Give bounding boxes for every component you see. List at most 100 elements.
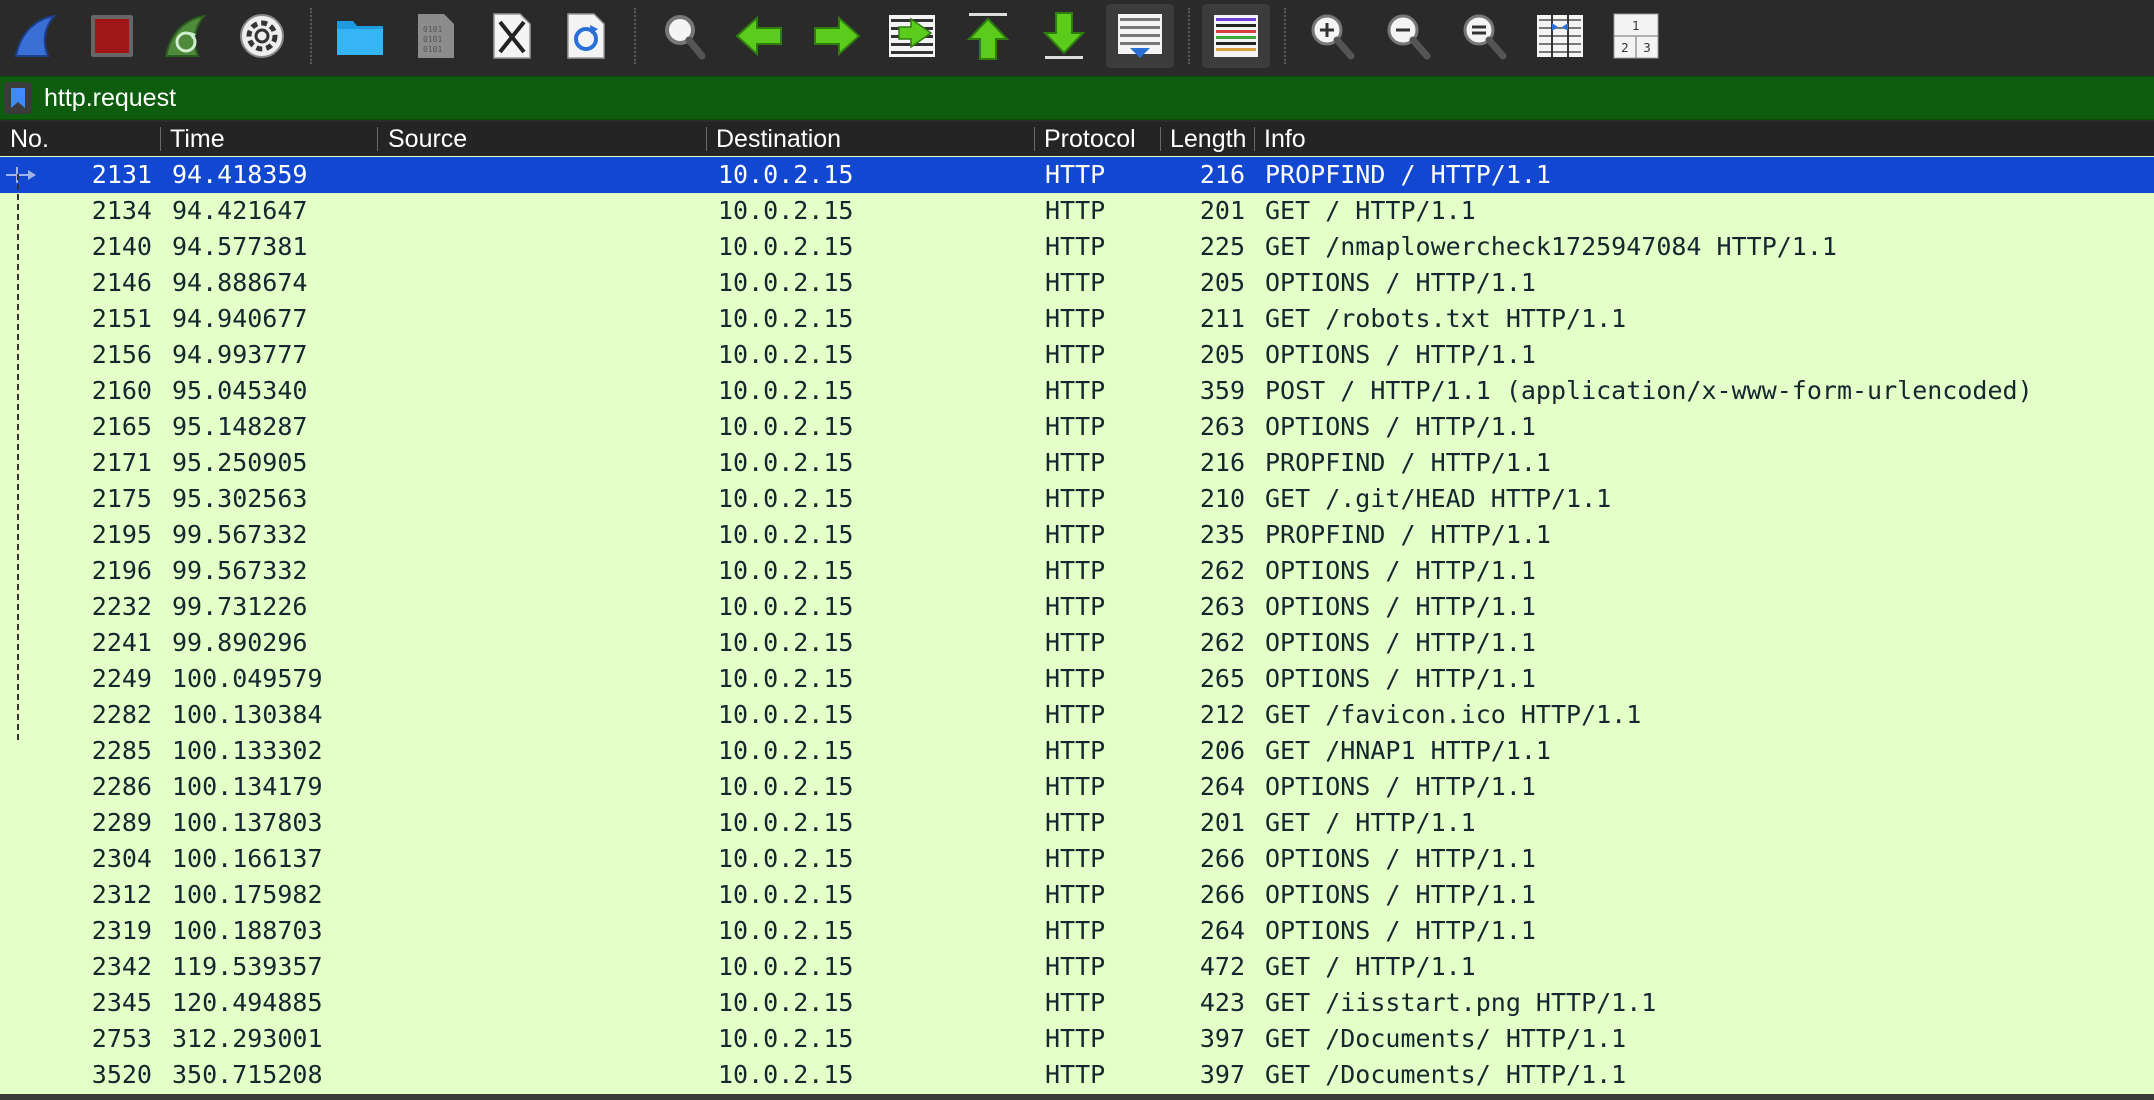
packet-info: GET /Documents/ HTTP/1.1 [1265,1024,1627,1053]
packet-destination: 10.0.2.15 [718,340,854,369]
layout-pane-label: 1 [1632,19,1640,33]
packet-row[interactable]: 2282 100.130384 10.0.2.15 HTTP 212 GET /favic… [0,697,2154,733]
go-forward-button[interactable] [802,4,870,68]
save-file-button[interactable]: 0101 0101 0101 [402,4,470,68]
packet-source [386,877,706,913]
reload-file-button[interactable] [552,4,620,68]
packet-row[interactable]: 2241 99.890296 10.0.2.15 HTTP 262 OPTIONS / H… [0,625,2154,661]
column-header-info[interactable]: Info [1264,122,1564,156]
first-packet-button[interactable] [954,4,1022,68]
packet-row[interactable]: 2195 99.567332 10.0.2.15 HTTP 235 PROPFIND / … [0,517,2154,553]
column-header-no[interactable]: No. [10,122,160,156]
packet-time: 95.250905 [172,448,308,477]
packet-protocol: HTTP [1045,592,1106,621]
packet-info: GET / HTTP/1.1 [1265,952,1476,981]
go-to-packet-button[interactable] [878,4,946,68]
packet-length: 397 [1199,1024,1245,1053]
packet-row[interactable]: 2160 95.045340 10.0.2.15 HTTP 359 POST / HTTP… [0,373,2154,409]
packet-row[interactable]: 2285 100.133302 10.0.2.15 HTTP 206 GET /HNAP1… [0,733,2154,769]
packet-time: 100.049579 [172,664,323,693]
packet-row[interactable]: 2249 100.049579 10.0.2.15 HTTP 265 OPTIONS / … [0,661,2154,697]
packet-destination: 10.0.2.15 [718,916,854,945]
display-filter-input[interactable] [38,79,2150,117]
restart-capture-button[interactable] [152,4,220,68]
packet-info: OPTIONS / HTTP/1.1 [1265,664,1536,693]
packet-info: GET /favicon.ico HTTP/1.1 [1265,700,1642,729]
column-header-time[interactable]: Time [170,122,370,156]
packet-number: 2319 [91,916,152,945]
packet-length: 359 [1199,376,1245,405]
packet-row[interactable]: 2165 95.148287 10.0.2.15 HTTP 263 OPTIONS / H… [0,409,2154,445]
packet-row[interactable]: 2345 120.494885 10.0.2.15 HTTP 423 GET /iisst… [0,985,2154,1021]
zoom-out-button[interactable] [1374,4,1442,68]
packet-row[interactable]: 2312 100.175982 10.0.2.15 HTTP 266 OPTIONS / … [0,877,2154,913]
normal-size-button[interactable] [1450,4,1518,68]
open-file-button[interactable] [326,4,394,68]
packet-length: 266 [1199,880,1245,909]
packet-source [386,661,706,697]
packet-source [386,769,706,805]
packet-row[interactable]: 2319 100.188703 10.0.2.15 HTTP 264 OPTIONS / … [0,913,2154,949]
column-divider[interactable] [160,127,161,151]
packet-time: 120.494885 [172,988,323,1017]
packet-destination: 10.0.2.15 [718,664,854,693]
column-header-source[interactable]: Source [388,122,698,156]
packet-row[interactable]: 2753 312.293001 10.0.2.15 HTTP 397 GET /Docum… [0,1021,2154,1057]
packet-row[interactable]: 2151 94.940677 10.0.2.15 HTTP 211 GET /robots… [0,301,2154,337]
packet-source [386,301,706,337]
packet-list-header: No. Time Source Destination Protocol Len… [0,122,2154,156]
related-packet-indicator [17,174,19,740]
resize-columns-button[interactable] [1526,4,1594,68]
last-packet-button[interactable] [1030,4,1098,68]
stop-capture-button[interactable] [78,4,146,68]
filter-bookmark-button[interactable] [4,82,32,114]
packet-info: OPTIONS / HTTP/1.1 [1265,592,1536,621]
column-header-protocol[interactable]: Protocol [1044,122,1160,156]
column-divider[interactable] [377,127,378,151]
packet-source [386,733,706,769]
packet-destination: 10.0.2.15 [718,448,854,477]
packet-row[interactable]: 2289 100.137803 10.0.2.15 HTTP 201 GET / HTTP… [0,805,2154,841]
column-header-destination[interactable]: Destination [716,122,1026,156]
packet-info: OPTIONS / HTTP/1.1 [1265,880,1536,909]
colorize-button[interactable] [1202,4,1270,68]
packet-row[interactable]: 2196 99.567332 10.0.2.15 HTTP 262 OPTIONS / H… [0,553,2154,589]
packet-row[interactable]: 2146 94.888674 10.0.2.15 HTTP 205 OPTIONS / H… [0,265,2154,301]
capture-options-button[interactable] [228,4,296,68]
go-back-button[interactable] [726,4,794,68]
zoom-in-button[interactable] [1298,4,1366,68]
svg-text:0101: 0101 [423,25,442,34]
packet-row[interactable]: 2171 95.250905 10.0.2.15 HTTP 216 PROPFIND / … [0,445,2154,481]
packet-row[interactable]: 2134 94.421647 10.0.2.15 HTTP 201 GET / HTTP/… [0,193,2154,229]
packet-number: 3520 [91,1060,152,1089]
packet-time: 100.133302 [172,736,323,765]
packet-time: 100.166137 [172,844,323,873]
packet-info: PROPFIND / HTTP/1.1 [1265,448,1551,477]
packet-row[interactable]: 2140 94.577381 10.0.2.15 HTTP 225 GET /nmaplo… [0,229,2154,265]
packet-protocol: HTTP [1045,1024,1106,1053]
column-header-length[interactable]: Length [1170,122,1247,156]
packet-row[interactable]: 3520 350.715208 10.0.2.15 HTTP 397 GET /Docum… [0,1057,2154,1093]
packet-row[interactable]: 2156 94.993777 10.0.2.15 HTTP 205 OPTIONS / H… [0,337,2154,373]
find-packet-button[interactable] [650,4,718,68]
packet-row[interactable]: 2131 94.418359 10.0.2.15 HTTP 216 PROPFIND / … [0,157,2154,193]
auto-scroll-button[interactable] [1106,4,1174,68]
packet-row[interactable]: 2286 100.134179 10.0.2.15 HTTP 264 OPTIONS / … [0,769,2154,805]
packet-list: 2131 94.418359 10.0.2.15 HTTP 216 PROPFIND / … [0,156,2154,1100]
packet-protocol: HTTP [1045,880,1106,909]
packet-source [386,985,706,1021]
packet-row[interactable]: 2342 119.539357 10.0.2.15 HTTP 472 GET / HTTP… [0,949,2154,985]
packet-row[interactable]: 2232 99.731226 10.0.2.15 HTTP 263 OPTIONS / H… [0,589,2154,625]
column-divider[interactable] [706,127,707,151]
packet-destination: 10.0.2.15 [718,412,854,441]
packet-length: 205 [1199,268,1245,297]
column-divider[interactable] [1254,127,1255,151]
column-divider[interactable] [1034,127,1035,151]
column-divider[interactable] [1160,127,1161,151]
packet-protocol: HTTP [1045,448,1106,477]
packet-row[interactable]: 2304 100.166137 10.0.2.15 HTTP 266 OPTIONS / … [0,841,2154,877]
close-file-button[interactable] [478,4,546,68]
packet-row[interactable]: 2175 95.302563 10.0.2.15 HTTP 210 GET /.git/H… [0,481,2154,517]
layout-panes-button[interactable]: 1 2 3 [1602,4,1670,68]
start-capture-button[interactable] [2,4,70,68]
